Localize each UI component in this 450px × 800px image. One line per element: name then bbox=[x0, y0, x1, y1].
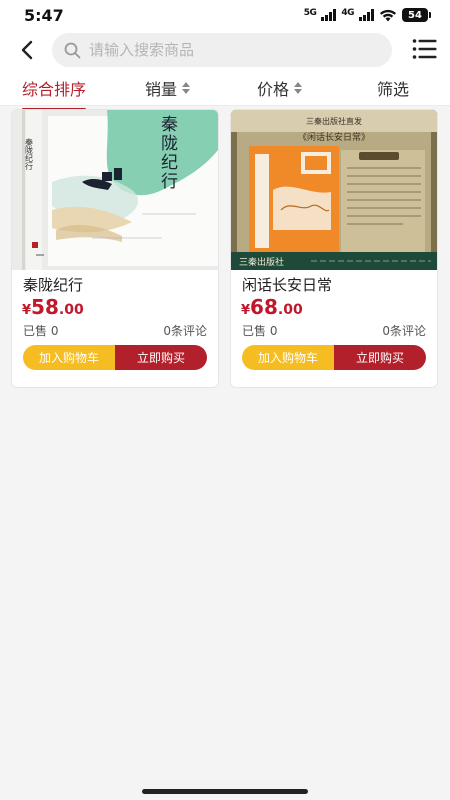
buy-now-button[interactable]: 立即购买 bbox=[115, 345, 207, 370]
back-arrow-icon[interactable] bbox=[14, 36, 42, 64]
product-actions: 加入购物车 立即购买 bbox=[242, 345, 426, 370]
status-time: 5:47 bbox=[24, 6, 64, 25]
product-actions: 加入购物车 立即购买 bbox=[23, 345, 207, 370]
product-cover-image: 秦陇纪行 秦陇纪行 bbox=[12, 110, 218, 270]
price-decimal: .00 bbox=[58, 302, 84, 318]
tab-price[interactable]: 价格 bbox=[257, 76, 303, 100]
add-to-cart-button[interactable]: 加入购物车 bbox=[242, 345, 334, 370]
tab-filter-label: 筛选 bbox=[377, 80, 410, 99]
home-indicator[interactable] bbox=[142, 789, 308, 794]
product-price: ¥ 68 .00 bbox=[241, 295, 303, 319]
tab-overall-sort[interactable]: 综合排序 bbox=[22, 76, 87, 110]
status-bar: 5:47 5G 4G 54 bbox=[0, 0, 450, 32]
search-bar[interactable] bbox=[52, 33, 392, 67]
review-count: 0条评论 bbox=[382, 324, 426, 338]
tab-filter[interactable]: 筛选 bbox=[377, 76, 409, 100]
book-cover-illustration: 三秦出版社直发 《闲话长安日常》 三秦出版社 bbox=[231, 110, 437, 270]
product-title[interactable]: 秦陇纪行 bbox=[23, 274, 83, 295]
signal-icon-2 bbox=[359, 9, 374, 21]
status-icons: 5G 4G 54 bbox=[303, 8, 431, 22]
sort-tabs: 综合排序 销量 价格 筛选 bbox=[0, 68, 450, 110]
buy-now-button[interactable]: 立即购买 bbox=[334, 345, 426, 370]
tab-price-label: 价格 bbox=[257, 80, 290, 99]
network-4g-label: 4G bbox=[341, 8, 354, 18]
price-currency: ¥ bbox=[22, 303, 32, 318]
wifi-icon bbox=[380, 9, 396, 21]
search-header bbox=[0, 32, 450, 68]
book-cover-illustration: 秦陇纪行 秦陇纪行 bbox=[12, 110, 218, 270]
cover-title-text: 《闲话长安日常》 bbox=[298, 131, 370, 143]
signal-icon bbox=[321, 9, 337, 21]
search-input[interactable] bbox=[89, 41, 359, 59]
list-menu-icon[interactable] bbox=[412, 38, 438, 60]
product-card[interactable]: 秦陇纪行 秦陇纪行 秦陇纪行 ¥ 58 .00 已售 0 0条评论 加入购物车 … bbox=[11, 109, 219, 388]
sort-arrows-icon bbox=[182, 82, 191, 94]
review-count: 0条评论 bbox=[163, 324, 207, 338]
product-title[interactable]: 闲话长安日常 bbox=[242, 274, 332, 295]
price-integer: 68 bbox=[250, 295, 278, 319]
search-icon bbox=[64, 42, 81, 58]
tab-sales[interactable]: 销量 bbox=[145, 76, 191, 100]
tab-sales-label: 销量 bbox=[145, 80, 178, 99]
price-decimal: .00 bbox=[277, 302, 303, 318]
cover-title-text: 秦陇纪行 bbox=[161, 115, 178, 192]
cover-publisher-text: 三秦出版社 bbox=[239, 256, 284, 268]
sold-count: 已售 0 bbox=[242, 324, 278, 338]
product-meta: 已售 0 0条评论 bbox=[23, 322, 207, 339]
add-to-cart-button[interactable]: 加入购物车 bbox=[23, 345, 115, 370]
cover-banner-text: 三秦出版社直发 bbox=[306, 116, 362, 126]
product-card[interactable]: 三秦出版社直发 《闲话长安日常》 三秦出版社 闲话长安日常 ¥ 68 .00 已… bbox=[230, 109, 438, 388]
product-meta: 已售 0 0条评论 bbox=[242, 322, 426, 339]
sold-count: 已售 0 bbox=[23, 324, 59, 338]
network-5g-label: 5G bbox=[303, 8, 317, 18]
svg-text:秦陇纪行: 秦陇纪行 bbox=[25, 137, 34, 171]
price-integer: 58 bbox=[31, 295, 59, 319]
product-cover-image: 三秦出版社直发 《闲话长安日常》 三秦出版社 bbox=[231, 110, 437, 270]
battery-icon: 54 bbox=[402, 8, 431, 22]
sort-arrows-icon bbox=[294, 82, 303, 94]
price-currency: ¥ bbox=[241, 303, 251, 318]
tab-overall-sort-label: 综合排序 bbox=[22, 80, 87, 99]
product-price: ¥ 58 .00 bbox=[22, 295, 84, 319]
